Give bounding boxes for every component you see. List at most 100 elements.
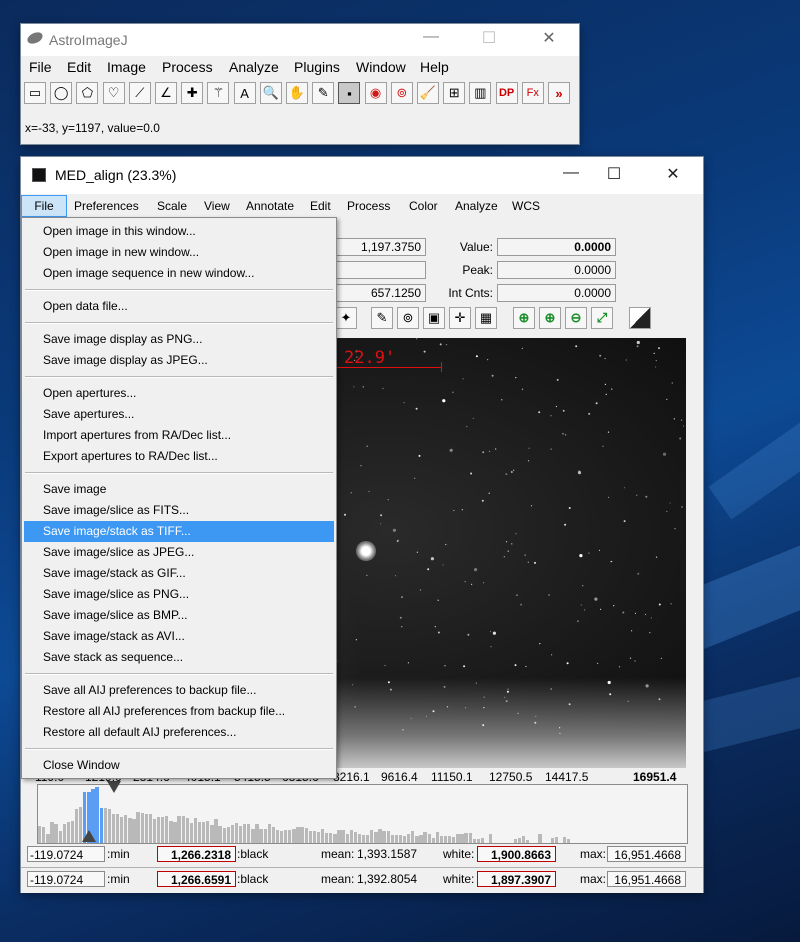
menu-wcs[interactable]: WCS [512, 199, 540, 213]
apertures-icon[interactable]: ⊚ [397, 307, 419, 329]
menu-plugins[interactable]: Plugins [294, 59, 340, 75]
menu-preferences[interactable]: Preferences [74, 199, 139, 213]
min-value-field[interactable]: -119.0724 [27, 846, 105, 862]
file-menu-item[interactable]: Open data file... [24, 296, 334, 317]
max-value-field[interactable]: 16,951.4668 [607, 846, 686, 862]
file-menu-item[interactable]: Save image/slice as PNG... [24, 584, 334, 605]
white-slider-handle[interactable] [107, 781, 121, 793]
histogram-bar [169, 821, 173, 843]
table-tool-icon[interactable]: ▥ [469, 82, 492, 104]
multi-aperture-tool-icon[interactable]: ⊚ [390, 82, 413, 104]
table-icon[interactable]: ▦ [475, 307, 497, 329]
menu-annotate[interactable]: Annotate [246, 199, 294, 213]
file-menu-item[interactable]: Save image/stack as AVI... [24, 626, 334, 647]
menu-file[interactable]: File [29, 59, 52, 75]
menu-image[interactable]: Image [107, 59, 146, 75]
file-menu-item[interactable]: Save image/slice as FITS... [24, 500, 334, 521]
file-menu-item[interactable]: Save image display as JPEG... [24, 350, 334, 371]
white-value-field[interactable]: 1,897.3907 [477, 871, 556, 887]
menu-edit[interactable]: Edit [310, 199, 331, 213]
file-menu-item[interactable]: Close Window [24, 755, 334, 776]
file-menu-item[interactable]: Import apertures from RA/Dec list... [24, 425, 334, 446]
menu-view[interactable]: View [204, 199, 230, 213]
point-tool-icon[interactable]: ✚ [181, 82, 204, 104]
menu-edit[interactable]: Edit [67, 59, 91, 75]
fx-tool-icon[interactable]: Fx [521, 82, 544, 104]
clear-icon[interactable]: ▣ [423, 307, 445, 329]
settings-icon[interactable]: ✦ [335, 307, 357, 329]
histogram-bar [140, 813, 144, 843]
center-icon[interactable]: ✛ [449, 307, 471, 329]
align-tool-icon[interactable]: ⊞ [443, 82, 466, 104]
histogram-bar [521, 836, 526, 843]
histogram-bar [411, 830, 415, 843]
zoom-in-icon[interactable]: ⊕ [539, 307, 561, 329]
file-menu-item[interactable]: Save apertures... [24, 404, 334, 425]
black-value-field[interactable]: 1,266.6591 [157, 871, 236, 887]
freehand-tool-icon[interactable]: ♡ [102, 82, 125, 104]
minimize-button[interactable]: — [559, 164, 583, 182]
hand-tool-icon[interactable]: ✋ [286, 82, 308, 104]
file-menu-item[interactable]: Save image/stack as GIF... [24, 563, 334, 584]
file-menu-item[interactable]: Save image display as PNG... [24, 329, 334, 350]
star [604, 357, 606, 360]
maximize-button[interactable]: ☐ [477, 28, 501, 48]
dp-tool-icon[interactable]: DP [495, 82, 518, 104]
broom-tool-icon[interactable]: 🧹 [417, 82, 439, 104]
menu-process[interactable]: Process [162, 59, 213, 75]
draw-icon[interactable]: ✎ [371, 307, 393, 329]
white-value-field[interactable]: 1,900.8663 [477, 846, 556, 862]
file-menu-item[interactable]: Export apertures to RA/Dec list... [24, 446, 334, 467]
text-tool-icon[interactable]: A [233, 82, 256, 104]
menu-scale[interactable]: Scale [157, 199, 187, 213]
astro-tool-icon[interactable]: ▪ [338, 82, 361, 104]
magnifier-tool-icon[interactable]: 🔍 [259, 82, 282, 104]
star [505, 700, 508, 703]
file-menu-item[interactable]: Open image in new window... [24, 242, 334, 263]
line-tool-icon[interactable]: ⟋ [128, 82, 151, 104]
file-menu-item[interactable]: Restore all AIJ preferences from backup … [24, 701, 334, 722]
menu-window[interactable]: Window [356, 59, 406, 75]
wand-tool-icon[interactable]: ⚚ [207, 82, 230, 104]
file-menu-item[interactable]: Save stack as sequence... [24, 647, 334, 668]
file-menu-item[interactable]: Open image sequence in new window... [24, 263, 334, 284]
rectangle-tool-icon[interactable]: ▭ [24, 82, 46, 104]
zoom-fit-icon[interactable]: ⤢ [591, 307, 613, 329]
menu-process[interactable]: Process [347, 199, 390, 213]
oval-tool-icon[interactable]: ◯ [50, 82, 73, 104]
astroimagej-titlebar[interactable]: AstroImageJ — ☐ ✕ [21, 24, 579, 56]
file-menu-item[interactable]: Save image [24, 479, 334, 500]
file-menu-item[interactable]: Restore all default AIJ preferences... [24, 722, 334, 743]
dropper-tool-icon[interactable]: ✎ [312, 82, 335, 104]
minimize-button[interactable]: — [419, 28, 443, 46]
zoom-out-icon[interactable]: ⊖ [565, 307, 587, 329]
more-tools-icon[interactable]: » [548, 82, 570, 104]
menu-help[interactable]: Help [420, 59, 449, 75]
menu-analyze[interactable]: Analyze [229, 59, 279, 75]
contrast-icon[interactable] [629, 307, 651, 329]
file-menu-item[interactable]: Save image/stack as TIFF... [24, 521, 334, 542]
file-menu-item[interactable]: Save image/slice as JPEG... [24, 542, 334, 563]
close-button[interactable]: ✕ [661, 164, 685, 184]
menu-file[interactable]: File [21, 195, 67, 217]
menu-analyze[interactable]: Analyze [455, 199, 498, 213]
histogram[interactable] [37, 784, 688, 844]
black-value-field[interactable]: 1,266.2318 [157, 846, 236, 862]
max-value-field[interactable]: 16,951.4668 [607, 871, 686, 887]
min-value-field[interactable]: -119.0724 [27, 871, 105, 887]
aperture-tool-icon[interactable]: ◉ [364, 82, 387, 104]
star [416, 551, 418, 553]
file-menu-item[interactable]: Open apertures... [24, 383, 334, 404]
image-window-titlebar[interactable]: MED_align (23.3%) — ☐ ✕ [21, 157, 703, 194]
file-menu-item[interactable]: Save image/slice as BMP... [24, 605, 334, 626]
menu-color[interactable]: Color [409, 199, 438, 213]
file-menu-item[interactable]: Save all AIJ preferences to backup file.… [24, 680, 334, 701]
zoom-in-plus-icon[interactable]: ⊕ [513, 307, 535, 329]
polygon-tool-icon[interactable]: ⬠ [76, 82, 99, 104]
angle-tool-icon[interactable]: ∠ [155, 82, 177, 104]
star [623, 487, 626, 489]
close-button[interactable]: ✕ [537, 28, 561, 48]
black-slider-handle[interactable] [82, 830, 96, 842]
maximize-button[interactable]: ☐ [602, 164, 626, 184]
file-menu-item[interactable]: Open image in this window... [24, 221, 334, 242]
